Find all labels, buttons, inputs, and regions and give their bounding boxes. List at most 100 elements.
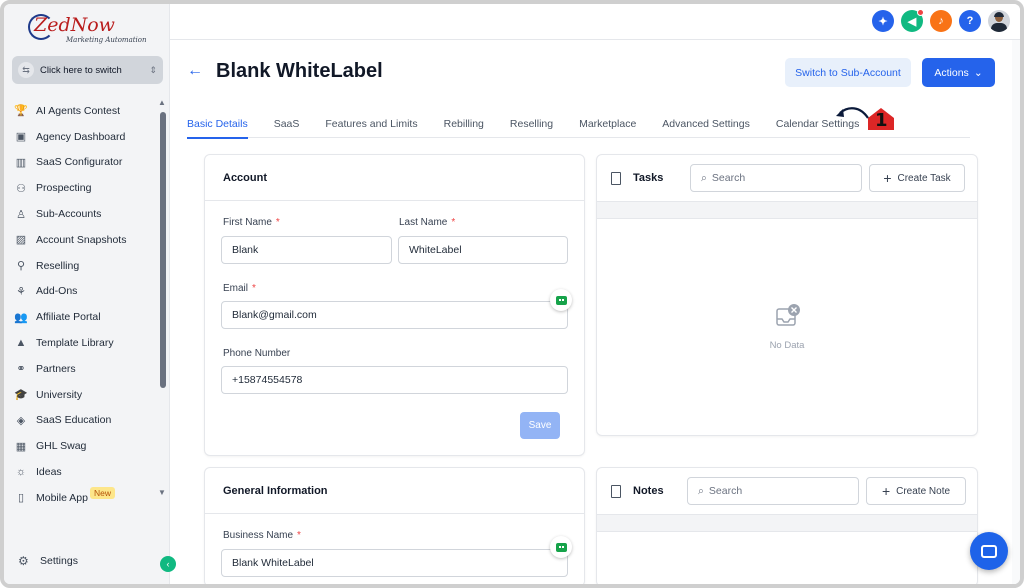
switch-to-sub-account-button[interactable]: Switch to Sub-Account — [785, 58, 911, 87]
document-icon — [611, 484, 621, 498]
notes-search-placeholder: Search — [708, 485, 743, 497]
tasks-panel: Tasks ⌕ Search + Create Task No Data — [596, 154, 978, 436]
chat-icon — [981, 544, 997, 558]
sidebar-scrollbar[interactable] — [160, 112, 166, 388]
page-title: Blank WhiteLabel — [216, 60, 383, 82]
sidebar-item-sub-accounts[interactable]: ♙ Sub-Accounts — [14, 201, 158, 227]
avatar[interactable] — [988, 10, 1010, 32]
phone-icon: ▯ — [17, 492, 25, 505]
sidebar-item-settings[interactable]: ⚙ Settings — [18, 554, 178, 568]
shapes-icon: ▲ — [15, 337, 27, 350]
notification-dot — [917, 9, 924, 16]
network-icon: ⚲ — [16, 260, 26, 273]
account-card: Account First Name * Blank Last Name * Whi… — [204, 154, 585, 456]
search-icon: ⌕ — [698, 484, 704, 497]
sidebar-item-saas-configurator[interactable]: ▥ SaaS Configurator — [14, 150, 158, 176]
create-note-label: Create Note — [896, 485, 951, 497]
annotation-number: 1 — [875, 110, 888, 131]
sidebar-item-reselling[interactable]: ⚲ Reselling — [14, 253, 158, 279]
extension-icon[interactable] — [550, 289, 572, 311]
last-name-field[interactable]: WhiteLabel — [398, 236, 568, 264]
chat-widget-button[interactable] — [970, 532, 1008, 570]
sidebar-nav: 🏆 AI Agents Contest ▣ Agency Dashboard ▥ SaaS… — [14, 98, 158, 511]
sidebar-item-template-library[interactable]: ▲ Template Library — [14, 330, 158, 356]
phone-field[interactable]: +15874554578 — [221, 366, 568, 394]
email-label: Email * — [223, 283, 256, 294]
sidebar-item-label: AI Agents Contest — [36, 104, 121, 117]
extension-icon[interactable] — [550, 536, 572, 558]
sidebar-item-label: Ideas — [36, 466, 62, 479]
tab-basic-details[interactable]: Basic Details — [187, 110, 248, 139]
search-icon: ⌕ — [701, 171, 707, 184]
sidebar-item-agency-dashboard[interactable]: ▣ Agency Dashboard — [14, 124, 158, 150]
business-name-field[interactable]: Blank WhiteLabel — [221, 549, 568, 577]
tasks-table-header — [597, 201, 977, 219]
chevron-updown-icon: ⇕ — [149, 64, 157, 75]
collapse-sidebar-button[interactable]: ‹ — [160, 556, 176, 572]
switch-icon: ⇆ — [18, 62, 34, 78]
group-icon: 👥 — [14, 311, 28, 324]
first-name-label: First Name * — [223, 217, 280, 228]
sidebar-item-university[interactable]: 🎓 University — [14, 382, 158, 408]
tab-rebilling[interactable]: Rebilling — [444, 110, 484, 138]
phone-label: Phone Number — [223, 348, 291, 359]
tasks-search-input[interactable]: ⌕ Search — [690, 164, 862, 192]
actions-button[interactable]: Actions ⌄ — [922, 58, 995, 87]
notes-search-input[interactable]: ⌕ Search — [687, 477, 859, 505]
ticket-icon[interactable]: ✦ — [872, 10, 894, 32]
create-task-button[interactable]: + Create Task — [869, 164, 965, 192]
tasks-title: Tasks — [633, 172, 664, 184]
graduation-cap-icon: 🎓 — [14, 389, 28, 402]
sidebar-item-label: Add-Ons — [36, 285, 78, 298]
megaphone-icon[interactable]: ◀ — [901, 9, 924, 32]
tab-features-and-limits[interactable]: Features and Limits — [325, 110, 417, 138]
scroll-down-icon[interactable]: ▼ — [158, 488, 166, 497]
tasks-search-placeholder: Search — [711, 172, 746, 184]
account-switcher[interactable]: ⇆ Click here to switch ⇕ — [12, 56, 163, 84]
sidebar-item-ghl-swag[interactable]: ▦ GHL Swag — [14, 433, 158, 459]
app-window: ZedNow Marketing Automation ⇆ Click here… — [0, 0, 1024, 588]
lightbulb-icon: ☼ — [15, 466, 27, 479]
plus-icon: + — [881, 483, 891, 499]
sidebar-item-label: Account Snapshots — [36, 233, 127, 246]
document-icon — [611, 171, 621, 185]
sidebar-item-partners[interactable]: ⚭ Partners — [14, 356, 158, 382]
email-field[interactable]: Blank@gmail.com — [221, 301, 568, 329]
tab-reselling[interactable]: Reselling — [510, 110, 553, 138]
general-info-card: General Information Business Name * Blank… — [204, 467, 585, 584]
sidebar-item-label: Template Library — [36, 337, 114, 350]
sidebar-item-add-ons[interactable]: ⚘ Add-Ons — [14, 279, 158, 305]
notes-table-header — [597, 514, 977, 532]
sidebar-item-account-snapshots[interactable]: ▨ Account Snapshots — [14, 227, 158, 253]
save-button[interactable]: Save — [520, 412, 560, 439]
tab-saas[interactable]: SaaS — [274, 110, 300, 138]
create-task-label: Create Task — [897, 172, 951, 184]
page-scrollbar[interactable] — [1012, 40, 1020, 584]
sidebar-item-affiliate-portal[interactable]: 👥 Affiliate Portal — [14, 304, 158, 330]
sidebar-item-label: Affiliate Portal — [36, 311, 101, 324]
tab-advanced-settings[interactable]: Advanced Settings — [662, 110, 750, 138]
brand-logo[interactable]: ZedNow Marketing Automation — [28, 12, 148, 48]
sidebar-item-label: GHL Swag — [36, 440, 87, 453]
help-icon[interactable]: ? — [959, 10, 981, 32]
sidebar-item-mobile-app[interactable]: ▯ Mobile App New — [14, 485, 158, 511]
sidebar-item-ideas[interactable]: ☼ Ideas — [14, 459, 158, 485]
sidebar-item-prospecting[interactable]: ⚇ Prospecting — [14, 175, 158, 201]
sidebar-item-ai-agents-contest[interactable]: 🏆 AI Agents Contest — [14, 98, 158, 124]
back-arrow-icon[interactable]: ← — [187, 62, 203, 80]
sidebar: ZedNow Marketing Automation ⇆ Click here… — [4, 4, 176, 584]
sidebar-item-saas-education[interactable]: ◈ SaaS Education — [14, 408, 158, 434]
sidebar-item-label: SaaS Education — [36, 414, 112, 427]
plus-icon: + — [883, 170, 892, 186]
scroll-up-icon[interactable]: ▲ — [158, 98, 166, 107]
tab-marketplace[interactable]: Marketplace — [579, 110, 636, 138]
create-note-button[interactable]: + Create Note — [866, 477, 966, 505]
sidebar-item-label: Agency Dashboard — [36, 130, 126, 143]
logo-main-text: ZedNow — [34, 14, 115, 36]
sidebar-item-label: University — [36, 388, 83, 401]
account-card-title: Account — [205, 155, 584, 201]
bell-icon[interactable]: ♪ — [930, 10, 952, 32]
notes-title: Notes — [633, 485, 664, 497]
sidebar-item-label: Reselling — [36, 259, 80, 272]
first-name-field[interactable]: Blank — [221, 236, 392, 264]
